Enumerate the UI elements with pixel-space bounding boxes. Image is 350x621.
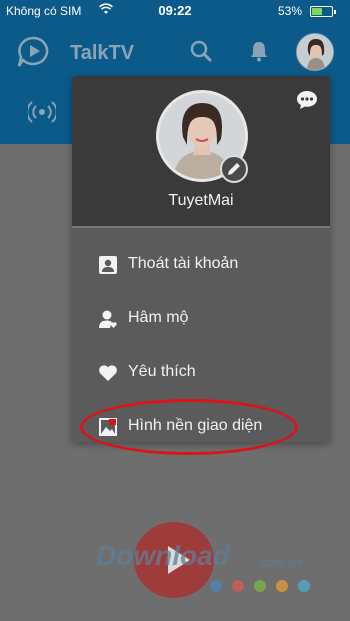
battery-icon <box>310 6 336 17</box>
live-broadcast-icon[interactable] <box>26 100 58 124</box>
watermark-domain: .com.vn <box>256 555 302 570</box>
watermark-dot <box>232 580 244 592</box>
app-header: TalkTV <box>0 22 350 82</box>
menu-item-logout[interactable]: Thoát tài khoản <box>98 249 308 281</box>
menu-item-fans[interactable]: Hâm mộ <box>98 303 308 335</box>
menu-item-wallpaper[interactable]: Hình nền giao diện <box>98 411 308 443</box>
menu-item-favorites[interactable]: Yêu thích <box>98 357 308 389</box>
menu-item-label: Hình nền giao diện <box>128 417 263 434</box>
bell-icon[interactable] <box>248 40 270 62</box>
account-icon <box>98 255 118 275</box>
wallpaper-icon <box>98 417 118 437</box>
menu-item-label: Thoát tài khoản <box>128 255 239 272</box>
talktv-logo-icon <box>16 36 52 68</box>
watermark-text: Download <box>96 540 230 571</box>
profile-menu: TuyetMai Thoát tài khoản Hâm mộ Yêu thíc… <box>72 76 330 442</box>
watermark-dot <box>276 580 288 592</box>
search-icon[interactable] <box>190 40 212 62</box>
user-avatar[interactable] <box>296 33 334 71</box>
username: TuyetMai <box>168 192 234 209</box>
heart-icon <box>98 363 118 383</box>
edit-avatar-button[interactable] <box>220 155 248 183</box>
menu-item-label: Hâm mộ <box>128 309 189 326</box>
battery-percent: 53% <box>278 4 303 18</box>
menu-item-label: Yêu thích <box>128 363 196 380</box>
status-bar: Không có SIM 09:22 53% <box>0 0 350 22</box>
watermark-dot <box>254 580 266 592</box>
watermark-dot <box>298 580 310 592</box>
chat-icon[interactable] <box>296 90 318 110</box>
profile-menu-header: TuyetMai <box>72 76 330 228</box>
fan-icon <box>98 309 118 329</box>
watermark-dot <box>210 580 222 592</box>
app-title: TalkTV <box>70 42 135 64</box>
